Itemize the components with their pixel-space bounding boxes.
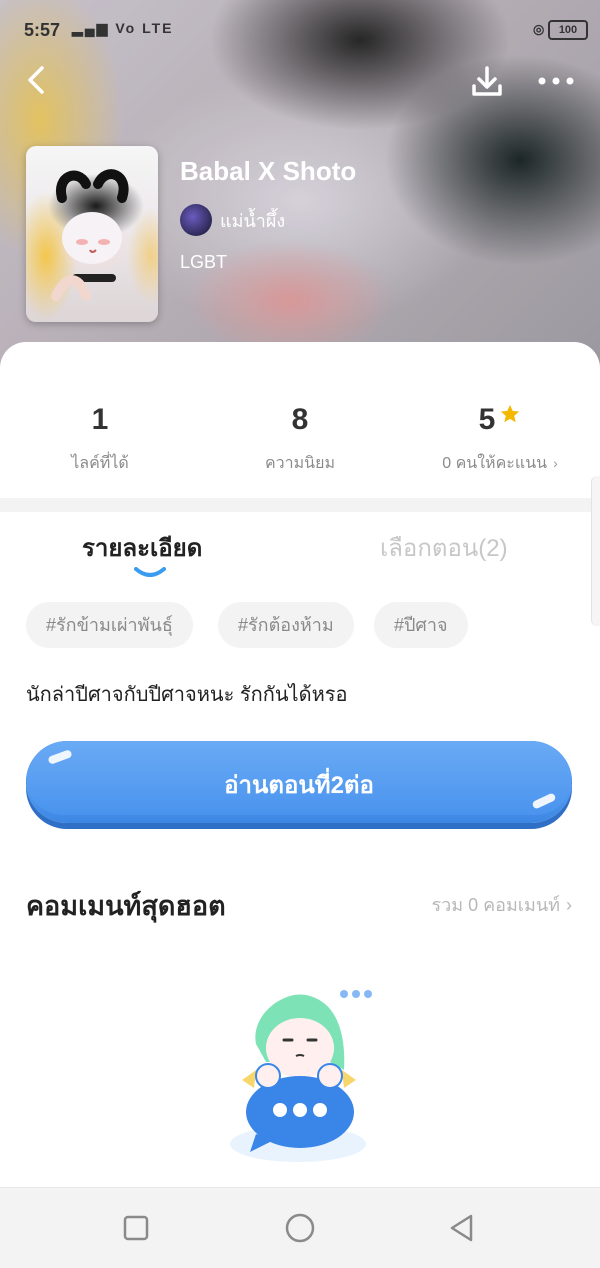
stat-rating[interactable]: 5 0 คนให้คะแนน › xyxy=(400,403,600,472)
home-icon[interactable] xyxy=(284,1212,316,1244)
recent-apps-icon[interactable] xyxy=(120,1212,152,1244)
rating-count-label: 0 คนให้คะแนน xyxy=(442,455,548,472)
stat-likes: 1 ไลค์ที่ได้ xyxy=(0,403,200,472)
tab-detail[interactable]: รายละเอียด xyxy=(82,528,202,567)
status-time: 5:57 xyxy=(24,20,61,40)
author-name[interactable]: แม่น้ำผึ้ง xyxy=(220,206,285,235)
chevron-right-icon: › xyxy=(553,455,558,471)
book-title: Babal X Shoto xyxy=(180,156,357,186)
edge-handle[interactable] xyxy=(591,476,600,626)
continue-reading-button[interactable]: อ่านตอนที่2ต่อ xyxy=(26,741,572,823)
more-dots-icon xyxy=(538,77,574,85)
comment-count: รวม 0 คอมเมนท์ xyxy=(431,895,560,915)
back-triangle-icon[interactable] xyxy=(446,1212,478,1244)
network-label: Vo LTE xyxy=(115,20,174,36)
battery-icon: 100 xyxy=(548,20,588,40)
back-arrow-icon xyxy=(28,66,44,94)
system-navigation-bar xyxy=(0,1187,600,1268)
more-options-button[interactable] xyxy=(536,66,576,96)
genre-label: LGBT xyxy=(180,252,228,272)
download-button[interactable] xyxy=(470,64,504,98)
tag-chip[interactable]: #รักข้ามเผ่าพันธุ์ xyxy=(26,602,193,648)
rating-label-row: 0 คนให้คะแนน › xyxy=(400,451,600,476)
story-description: นักล่าปีศาจกับปีศาจหนะ รักกันได้หรอ xyxy=(26,684,348,706)
back-button[interactable] xyxy=(22,64,54,96)
popularity-label: ความนิยม xyxy=(264,455,336,472)
author-avatar[interactable] xyxy=(180,204,212,236)
stat-popularity: 8 ความนิยม xyxy=(200,403,400,472)
chevron-right-icon: › xyxy=(566,895,572,915)
tag-chip[interactable]: #ปีศาจ xyxy=(374,602,468,648)
tag-list: #รักข้ามเผ่าพันธุ์ #รักต้องห้าม #ปีศาจ xyxy=(26,602,574,650)
tab-active-indicator xyxy=(134,567,166,577)
star-icon xyxy=(501,404,520,423)
popularity-value: 8 xyxy=(291,403,309,436)
likes-value: 1 xyxy=(91,403,109,436)
rating-value: 5 xyxy=(478,403,496,436)
hot-comments-title: คอมเมนท์สุดฮอต xyxy=(26,891,226,921)
tab-episodes[interactable]: เลือกตอน(2) xyxy=(380,528,508,567)
likes-label: ไลค์ที่ได้ xyxy=(71,455,129,472)
rating-row: 5 xyxy=(400,403,600,437)
signal-wifi-icons: ▂▄▆ Vo LTE xyxy=(72,20,174,36)
tag-chip[interactable]: #รักต้องห้าม xyxy=(218,602,354,648)
status-right: ◎ 100 xyxy=(533,20,588,40)
status-bar: 5:57 ▂▄▆ Vo LTE ◎ 100 xyxy=(0,0,600,60)
download-icon xyxy=(472,66,502,96)
continue-reading-label: อ่านตอนที่2ต่อ xyxy=(224,772,374,799)
section-divider xyxy=(0,498,600,512)
book-cover xyxy=(26,146,158,322)
all-comments-link[interactable]: รวม 0 คอมเมนท์ › xyxy=(431,890,572,919)
empty-comments-illustration xyxy=(230,990,372,1162)
